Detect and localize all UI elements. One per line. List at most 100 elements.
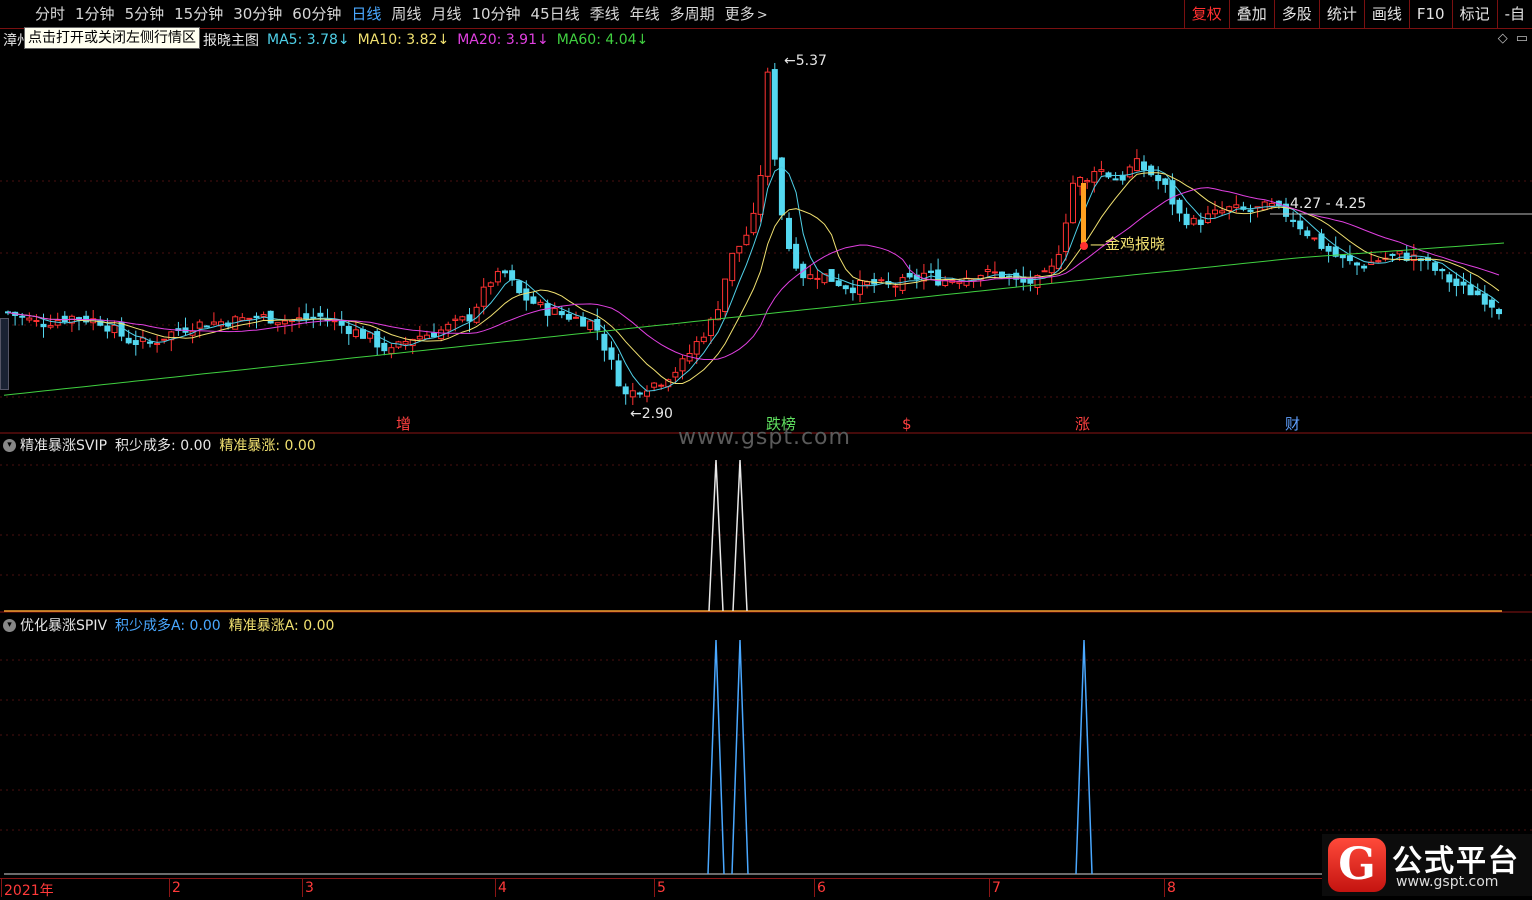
date-tick — [989, 879, 990, 897]
candle-body — [516, 280, 523, 294]
candle-body — [1481, 293, 1488, 305]
event-mark: 涨 — [1075, 415, 1090, 433]
candle-body — [892, 285, 899, 288]
candle-body — [1375, 260, 1382, 263]
candle-body — [906, 272, 913, 278]
collapse-icon[interactable]: ▾ — [3, 438, 16, 452]
formula-name[interactable]: 报晓主图 — [203, 30, 259, 50]
date-tick — [169, 879, 170, 897]
candle-body — [615, 360, 622, 387]
candle-body — [1297, 220, 1304, 230]
candle-body — [147, 341, 153, 344]
candle-body — [842, 285, 849, 290]
candle-body — [33, 319, 40, 322]
date-tick — [654, 879, 655, 897]
candle-body — [786, 217, 792, 249]
date-label: 5 — [657, 880, 666, 896]
candle-body — [19, 315, 26, 318]
candle-body — [260, 314, 267, 317]
candle-body — [1389, 253, 1396, 256]
candle-body — [1048, 265, 1055, 274]
low-price-label: ←2.90 — [630, 406, 673, 422]
candle-body — [1304, 230, 1311, 237]
candle-body — [310, 316, 317, 319]
candle-body — [154, 342, 161, 345]
candle-body — [367, 332, 374, 339]
window-icon[interactable]: ▭ — [1516, 31, 1528, 46]
candle-body — [679, 358, 686, 372]
diamond-icon[interactable]: ◇ — [1498, 31, 1508, 46]
candle-body — [338, 320, 345, 326]
candle-body — [956, 281, 963, 284]
candle-body — [452, 318, 459, 321]
candle-body — [281, 320, 288, 325]
date-tick — [1164, 879, 1165, 897]
high-price-label: ←5.37 — [784, 53, 827, 69]
candle-body — [1247, 209, 1254, 213]
candle-body — [835, 280, 842, 287]
candle-body — [1041, 270, 1048, 273]
candle-body — [1496, 309, 1502, 315]
indicator2-name[interactable]: 优化暴涨SPIV — [20, 615, 107, 635]
candle-body — [1311, 237, 1318, 240]
candle-body — [715, 309, 721, 321]
date-label: 7 — [992, 880, 1001, 896]
candle-body — [402, 340, 409, 345]
candle-body — [1432, 262, 1439, 271]
candle-body — [1141, 161, 1147, 171]
candle-body — [828, 269, 835, 282]
candle-body — [629, 390, 636, 398]
ma-value: MA60: 4.04↓ — [556, 32, 649, 48]
candle-body — [466, 314, 473, 322]
indicator1-name[interactable]: 精准暴涨SVIP — [20, 435, 107, 455]
candle-body — [331, 320, 338, 323]
candle-body — [1212, 209, 1218, 215]
candle-body — [537, 301, 544, 306]
ma60-line — [3, 242, 1505, 396]
candle-body — [416, 335, 423, 340]
candle-body — [494, 271, 501, 283]
candle-body — [1176, 199, 1183, 214]
candle-body — [1453, 278, 1460, 287]
collapse-icon[interactable]: ▾ — [3, 618, 16, 632]
candle-body — [1162, 178, 1169, 185]
candle-body — [381, 342, 388, 352]
candle-body — [125, 337, 132, 344]
candle-body — [26, 317, 33, 321]
candle-body — [317, 312, 324, 317]
signal-dot — [1080, 242, 1088, 250]
candle-body — [253, 315, 260, 319]
candle-body — [345, 325, 352, 335]
candle-body — [764, 71, 771, 177]
candle-body — [551, 308, 558, 315]
candle-body — [1197, 219, 1204, 226]
ma-value: MA10: 3.82↓ — [357, 32, 450, 48]
candle-body — [601, 333, 608, 351]
event-mark: 财 — [1285, 415, 1300, 433]
candle-body — [672, 371, 679, 378]
candle-body — [431, 332, 437, 338]
candle-body — [644, 390, 650, 397]
event-mark: 增 — [396, 415, 411, 433]
sidebar-toggle-tooltip: 点击打开或关闭左侧行情区 — [24, 27, 200, 49]
site-logo: G 公式平台 www.gspt.com — [1322, 834, 1532, 896]
date-tick — [302, 879, 303, 897]
candle-body — [196, 321, 203, 329]
date-label: 3 — [305, 880, 314, 896]
candle-body — [1439, 268, 1446, 272]
candle-body — [565, 313, 572, 320]
event-mark: $ — [902, 415, 912, 433]
left-sidebar-toggle[interactable] — [0, 318, 9, 390]
date-tick — [495, 879, 496, 897]
signal-label: —金鸡报晓 — [1090, 235, 1165, 253]
indicator1-value1: 积少成多: 0.00 — [115, 438, 212, 454]
candle-body — [1155, 174, 1162, 182]
indicator2-title: ▾ 优化暴涨SPIV 积少成多A: 0.00 精准暴涨A: 0.00 — [3, 615, 334, 635]
candle-body — [1062, 222, 1069, 253]
candle-body — [991, 271, 998, 274]
candle-body — [303, 313, 310, 320]
candle-body — [47, 325, 54, 328]
candle-body — [1070, 182, 1076, 224]
candle-body — [210, 321, 217, 325]
candle-body — [771, 69, 778, 160]
